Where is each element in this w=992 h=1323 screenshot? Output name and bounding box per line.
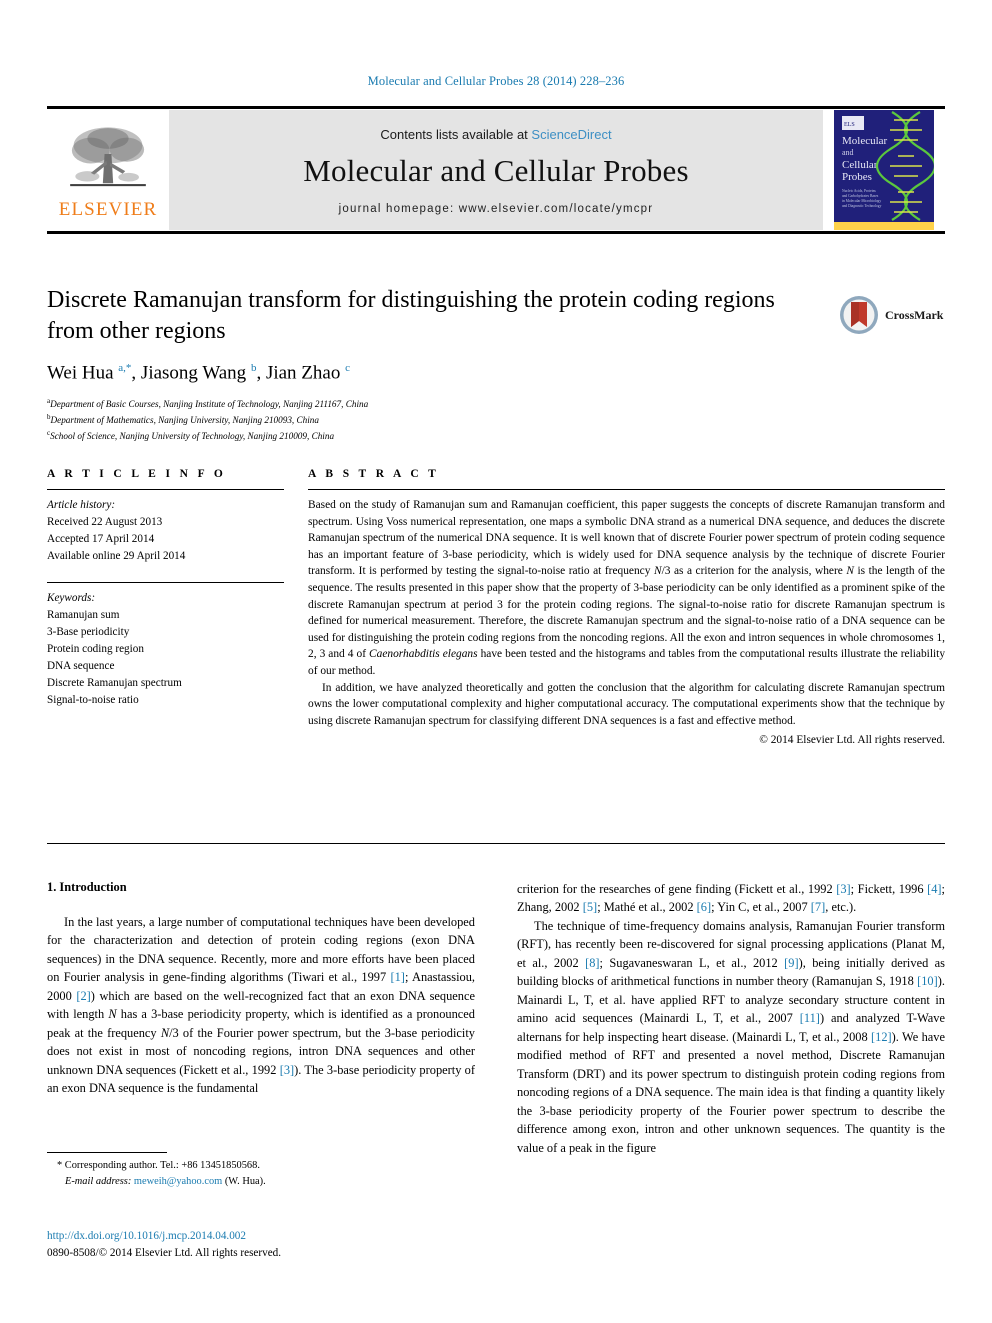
doi-link[interactable]: http://dx.doi.org/10.1016/j.mcp.2014.04.… — [47, 1228, 547, 1245]
history-item: Available online 29 April 2014 — [47, 550, 186, 563]
elsevier-tree-icon — [70, 127, 146, 187]
affiliation-list: aDepartment of Basic Courses, Nanjing In… — [47, 396, 827, 444]
paragraph: In the last years, a large number of com… — [47, 915, 475, 1096]
divider — [47, 843, 945, 844]
svg-text:and: and — [842, 148, 854, 157]
svg-text:ELS: ELS — [844, 122, 855, 128]
masthead-center: Contents lists available at ScienceDirec… — [169, 110, 823, 230]
affiliation-text: Department of Basic Courses, Nanjing Ins… — [50, 398, 369, 409]
footer-doi-block: http://dx.doi.org/10.1016/j.mcp.2014.04.… — [47, 1228, 547, 1262]
keyword-item: 3-Base periodicity — [47, 626, 130, 639]
page-title: Discrete Ramanujan transform for disting… — [47, 287, 775, 344]
section-heading-introduction: 1. Introduction — [47, 880, 127, 894]
svg-text:and Diagnostic Technology: and Diagnostic Technology — [842, 204, 882, 208]
email-link[interactable]: meweih@yahoo.com — [134, 1176, 222, 1187]
history-item: Accepted 17 April 2014 — [47, 533, 155, 546]
paragraph: The technique of time-frequency domains … — [517, 918, 945, 1155]
body-column-right: criterion for the researches of gene fin… — [517, 880, 945, 1240]
divider — [47, 1152, 167, 1153]
affiliation-item: bDepartment of Mathematics, Nanjing Univ… — [47, 412, 827, 428]
divider — [47, 489, 284, 490]
elsevier-logo: ELSEVIER — [47, 109, 169, 231]
article-info-column: A R T I C L E I N F O Article history: R… — [47, 468, 302, 749]
keywords-label: Keywords: — [47, 592, 96, 605]
email-line: E-mail address: meweih@yahoo.com (W. Hua… — [47, 1174, 475, 1190]
intro-right-text: criterion for the researches of gene fin… — [517, 880, 945, 1157]
journal-homepage-line[interactable]: journal homepage: www.elsevier.com/locat… — [339, 203, 654, 215]
keywords-group: Keywords: Ramanujan sum 3-Base periodici… — [47, 590, 284, 709]
abstract-paragraph: In addition, we have analyzed theoretica… — [308, 681, 945, 727]
divider — [47, 582, 284, 584]
keyword-item: DNA sequence — [47, 660, 115, 673]
svg-text:and Carbohydrates Bases: and Carbohydrates Bases — [842, 194, 879, 198]
paragraph: criterion for the researches of gene fin… — [517, 882, 945, 915]
elsevier-wordmark: ELSEVIER — [58, 199, 158, 220]
divider — [308, 489, 945, 490]
keyword-item: Protein coding region — [47, 643, 144, 656]
title-block: Discrete Ramanujan transform for disting… — [47, 285, 827, 444]
running-head: Molecular and Cellular Probes 28 (2014) … — [367, 74, 625, 88]
contents-available-line: Contents lists available at ScienceDirec… — [380, 127, 611, 142]
copyright-line: © 2014 Elsevier Ltd. All rights reserved… — [759, 734, 945, 747]
svg-text:Probes: Probes — [842, 171, 872, 183]
svg-text:Cellular: Cellular — [842, 159, 878, 171]
email-suffix: (W. Hua). — [224, 1175, 266, 1187]
journal-cover-icon: ELS Molecular and Cellular Probes Nuclei… — [834, 110, 934, 230]
keyword-item: Ramanujan sum — [47, 609, 120, 622]
article-history-group: Article history: Received 22 August 2013… — [47, 497, 284, 565]
affiliation-item: aDepartment of Basic Courses, Nanjing In… — [47, 396, 827, 412]
abstract-heading: A B S T R A C T — [308, 468, 440, 480]
contents-prefix: Contents lists available at — [380, 126, 532, 142]
journal-cover-thumbnail: ELS Molecular and Cellular Probes Nuclei… — [823, 109, 945, 231]
abstract-paragraph: Based on the study of Ramanujan sum and … — [308, 499, 946, 677]
article-history-label: Article history: — [47, 499, 116, 511]
info-abstract-region: A R T I C L E I N F O Article history: R… — [47, 468, 945, 749]
issn-copyright-line: 0890-8508/© 2014 Elsevier Ltd. All right… — [47, 1246, 282, 1259]
crossmark-icon — [840, 296, 878, 334]
sciencedirect-link[interactable]: ScienceDirect — [531, 127, 611, 142]
keyword-item: Discrete Ramanujan spectrum — [47, 677, 182, 690]
svg-text:in Molecular Microbiology: in Molecular Microbiology — [842, 199, 881, 203]
history-item: Received 22 August 2013 — [47, 516, 163, 529]
affiliation-text: Department of Mathematics, Nanjing Unive… — [50, 414, 319, 425]
keyword-item: Signal-to-noise ratio — [47, 694, 139, 707]
journal-title: Molecular and Cellular Probes — [303, 152, 689, 188]
corresponding-author-footnote: * Corresponding author. Tel.: +86 134518… — [47, 1152, 475, 1189]
crossmark-badge[interactable]: CrossMark — [838, 292, 946, 338]
email-label: E-mail address: — [65, 1175, 132, 1187]
corresponding-author-line: * Corresponding author. Tel.: +86 134518… — [57, 1160, 260, 1171]
paper-page: Molecular and Cellular Probes 28 (2014) … — [0, 0, 992, 1323]
article-info-heading: A R T I C L E I N F O — [47, 468, 227, 480]
author-list: Wei Hua a,*, Jiasong Wang b, Jian Zhao c — [47, 362, 350, 384]
affiliation-text: School of Science, Nanjing University of… — [50, 430, 335, 441]
intro-left-text: In the last years, a large number of com… — [47, 913, 475, 1098]
abstract-column: A B S T R A C T Based on the study of Ra… — [302, 468, 945, 749]
abstract-body: Based on the study of Ramanujan sum and … — [308, 497, 945, 749]
svg-text:Molecular: Molecular — [842, 135, 888, 147]
affiliation-item: cSchool of Science, Nanjing University o… — [47, 428, 827, 444]
crossmark-label: CrossMark — [885, 307, 944, 322]
journal-masthead: ELSEVIER Contents lists available at Sci… — [47, 106, 945, 234]
